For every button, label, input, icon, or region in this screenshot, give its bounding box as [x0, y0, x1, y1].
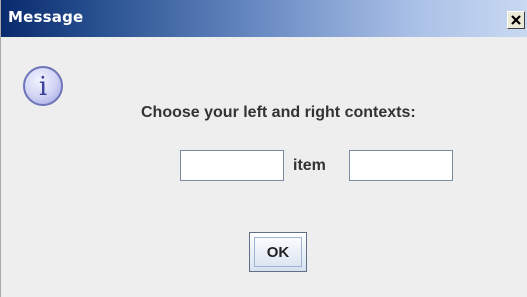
message-dialog: Message i Choose your left and right con… [0, 0, 527, 297]
dialog-title: Message [8, 8, 84, 26]
dialog-message: Choose your left and right contexts: [141, 104, 416, 121]
close-icon [511, 15, 521, 25]
right-context-input[interactable] [349, 150, 453, 181]
ok-button[interactable]: OK [249, 232, 307, 272]
info-symbol: i [39, 72, 47, 102]
item-label: item [293, 157, 326, 174]
left-context-input[interactable] [180, 150, 284, 181]
ok-button-label: OK [266, 243, 290, 261]
close-button[interactable] [507, 11, 525, 29]
info-icon: i [23, 66, 63, 106]
title-bar[interactable]: Message [1, 0, 527, 37]
